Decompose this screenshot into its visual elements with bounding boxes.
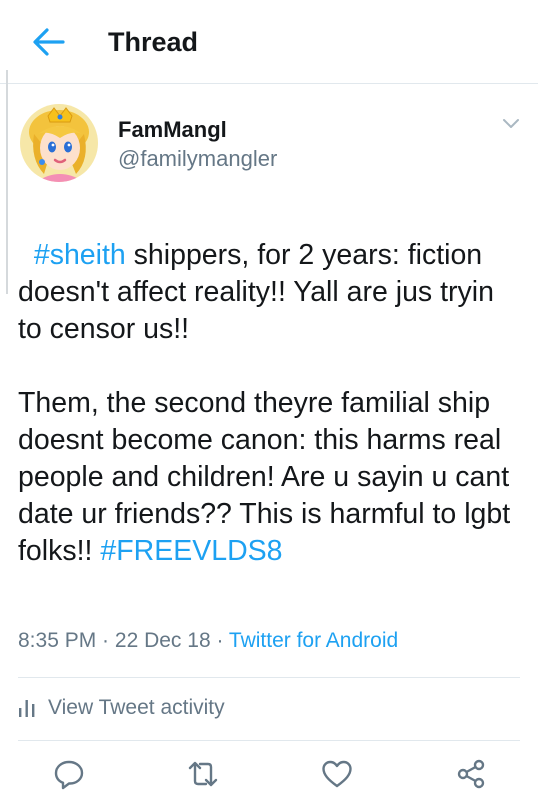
divider	[18, 740, 520, 741]
bar-chart-icon	[18, 698, 36, 718]
tweet-date: 22 Dec 18	[114, 629, 211, 652]
page-title: Thread	[108, 27, 199, 57]
tweet-meta: 8:35 PM · 22 Dec 18 · Twitter for Androi…	[18, 627, 398, 655]
user-handle[interactable]: @familymangler	[118, 145, 277, 173]
divider	[18, 677, 520, 678]
back-arrow-icon[interactable]	[28, 22, 68, 62]
scroll-edge-indicator	[0, 70, 8, 294]
tweet-source-link[interactable]: Twitter for Android	[229, 629, 398, 652]
tweet-time: 8:35 PM	[18, 629, 97, 652]
reply-icon[interactable]	[52, 757, 86, 791]
view-activity-label: View Tweet activity	[48, 696, 225, 719]
tweet-text: #sheith shippers, for 2 years: fiction d…	[18, 200, 523, 570]
display-name[interactable]: FamMangl	[118, 116, 227, 144]
chevron-down-icon[interactable]	[498, 112, 524, 134]
meta-separator: ·	[96, 629, 115, 652]
retweet-icon[interactable]	[186, 757, 220, 791]
avatar[interactable]	[20, 104, 98, 182]
hashtag-link[interactable]: #FREEVLDS8	[100, 535, 282, 567]
view-activity-button[interactable]: View Tweet activity	[18, 684, 418, 734]
hashtag-link[interactable]: #sheith	[34, 239, 126, 271]
tweet-text-body: shippers, for 2 years: fiction doesn't a…	[18, 239, 511, 567]
share-icon[interactable]	[454, 757, 488, 791]
meta-separator: ·	[210, 629, 229, 652]
like-icon[interactable]	[320, 757, 354, 791]
top-bar: Thread	[0, 0, 538, 84]
